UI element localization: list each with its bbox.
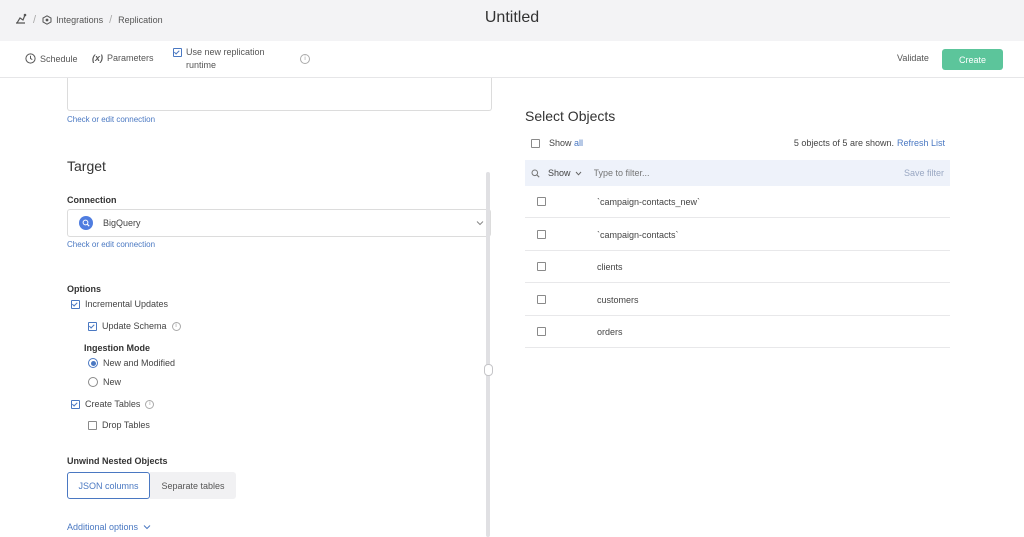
list-item[interactable]: `campaign-contacts` — [525, 219, 950, 251]
target-connection-select[interactable]: BigQuery — [67, 209, 491, 237]
info-icon[interactable]: i — [300, 54, 310, 64]
list-item[interactable]: orders — [525, 316, 950, 348]
pane-scrollbar[interactable] — [486, 172, 490, 537]
options-label: Options — [67, 284, 101, 294]
additional-options-label: Additional options — [67, 522, 139, 532]
save-filter-button[interactable]: Save filter — [904, 168, 944, 178]
variable-icon: (x) — [92, 53, 103, 63]
pane-resize-handle[interactable] — [484, 364, 493, 376]
update-schema-checkbox[interactable] — [88, 321, 97, 331]
mode-new-modified-label: New and Modified — [103, 358, 176, 368]
all-link[interactable]: all — [574, 138, 583, 148]
target-check-connection-link[interactable]: Check or edit connection — [67, 240, 155, 249]
object-checkbox[interactable] — [537, 197, 546, 206]
separate-tables-button[interactable]: Separate tables — [150, 472, 236, 499]
schedule-label: Schedule — [40, 53, 78, 64]
update-schema-option[interactable]: Update Schema i — [88, 321, 181, 331]
objects-summary: 5 objects of 5 are shown. Refresh List — [794, 138, 945, 148]
schedule-button[interactable]: Schedule — [25, 53, 78, 64]
new-runtime-label: Use new replication runtime — [186, 46, 265, 72]
unwind-label: Unwind Nested Objects — [67, 456, 168, 466]
new-runtime-checkbox[interactable] — [173, 48, 182, 57]
info-icon[interactable]: i — [171, 321, 181, 331]
list-item[interactable]: `campaign-contacts_new` — [525, 186, 950, 218]
object-name: clients — [597, 261, 623, 272]
search-icon — [531, 169, 540, 178]
drop-tables-checkbox[interactable] — [88, 420, 97, 430]
object-name: orders — [597, 326, 623, 337]
mode-new-option[interactable]: New — [88, 377, 121, 387]
object-checkbox[interactable] — [537, 327, 546, 336]
new-runtime-label-line1: Use new replication — [186, 47, 265, 57]
object-checkbox[interactable] — [537, 262, 546, 271]
refresh-list-link[interactable]: Refresh List — [897, 138, 945, 148]
incremental-updates-checkbox[interactable] — [71, 299, 80, 309]
object-name: customers — [597, 294, 639, 305]
filter-show-dropdown[interactable]: Show — [548, 168, 582, 178]
create-tables-checkbox[interactable] — [71, 399, 80, 409]
mode-new-label: New — [103, 377, 122, 387]
object-name: `campaign-contacts` — [597, 229, 679, 240]
create-tables-label: Create Tables — [85, 399, 141, 409]
create-tables-option[interactable]: Create Tables i — [71, 399, 155, 409]
object-name: `campaign-contacts_new` — [597, 196, 701, 207]
top-bar: / Integrations / Replication Untitled — [0, 0, 1024, 41]
filter-show-label: Show — [548, 168, 571, 178]
update-schema-label: Update Schema — [102, 321, 167, 331]
create-button[interactable]: Create — [942, 49, 1003, 70]
object-checkbox[interactable] — [537, 295, 546, 304]
page-title[interactable]: Untitled — [0, 9, 1024, 27]
mode-new-radio[interactable] — [88, 377, 98, 387]
drop-tables-label: Drop Tables — [102, 420, 150, 430]
parameters-label: Parameters — [107, 53, 154, 63]
new-runtime-toggle[interactable]: Use new replication runtime — [173, 46, 265, 72]
list-item[interactable]: customers — [525, 284, 950, 316]
source-connection-select[interactable] — [67, 78, 492, 111]
ingestion-mode-label: Ingestion Mode — [84, 343, 150, 353]
objects-count: 5 objects of 5 are shown. — [793, 138, 894, 148]
filter-bar: Show Save filter — [525, 160, 950, 186]
parameters-button[interactable]: (x) Parameters — [92, 53, 154, 63]
incremental-updates-option[interactable]: Incremental Updates — [71, 299, 168, 309]
filter-input[interactable] — [593, 168, 814, 178]
validate-button[interactable]: Validate — [897, 53, 929, 63]
toolbar: Schedule (x) Parameters Use new replicat… — [0, 41, 1024, 78]
incremental-updates-label: Incremental Updates — [85, 299, 169, 309]
info-icon[interactable]: i — [145, 399, 155, 409]
show-all-checkbox[interactable] — [531, 138, 540, 148]
bigquery-icon — [79, 216, 93, 230]
object-checkbox[interactable] — [537, 230, 546, 239]
chevron-down-icon — [575, 171, 581, 176]
show-all-option[interactable]: Show all — [531, 138, 583, 148]
additional-options-toggle[interactable]: Additional options — [67, 522, 151, 532]
chevron-down-icon — [476, 219, 484, 228]
json-columns-button[interactable]: JSON columns — [67, 472, 150, 499]
list-item[interactable]: clients — [525, 251, 950, 283]
source-check-connection-link[interactable]: Check or edit connection — [67, 115, 155, 124]
clock-icon — [25, 53, 36, 64]
target-connection-value: BigQuery — [103, 218, 141, 228]
drop-tables-option[interactable]: Drop Tables — [88, 420, 150, 430]
new-runtime-label-line2: runtime — [186, 60, 217, 70]
chevron-down-icon — [143, 525, 151, 530]
unwind-segmented-control: JSON columns Separate tables — [67, 472, 236, 499]
settings-pane: Check or edit connection Target Connecti… — [0, 78, 500, 537]
show-label: Show — [549, 138, 572, 148]
select-objects-heading: Select Objects — [525, 108, 616, 124]
mode-new-modified-option[interactable]: New and Modified — [88, 358, 175, 368]
target-heading: Target — [67, 158, 106, 174]
mode-new-modified-radio[interactable] — [88, 358, 98, 368]
show-all-label: Show all — [549, 138, 583, 148]
connection-label: Connection — [67, 195, 117, 205]
objects-pane: Select Objects Show all 5 objects of 5 a… — [505, 78, 1024, 537]
